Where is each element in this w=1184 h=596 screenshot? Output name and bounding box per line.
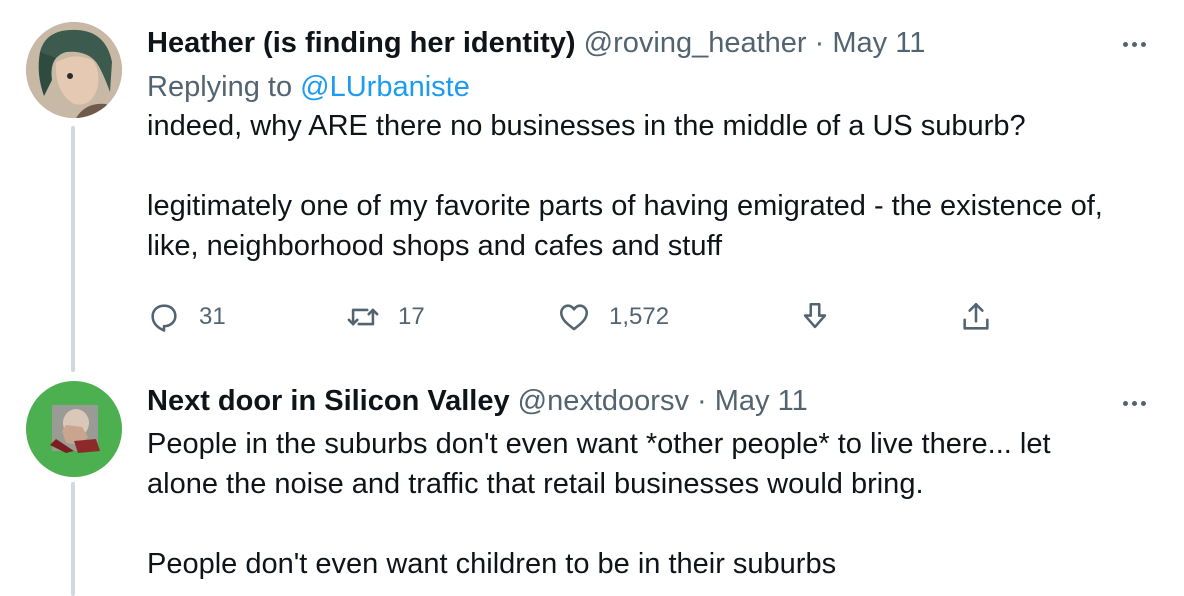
like-button[interactable]: 1,572 xyxy=(557,296,669,338)
handle[interactable]: @roving_heather xyxy=(584,27,807,59)
tweet-paragraph: indeed, why ARE there no businesses in t… xyxy=(147,110,1026,142)
handle[interactable]: @nextdoorsv xyxy=(518,385,689,417)
tweet-paragraph: People don't even want children to be in… xyxy=(147,548,837,580)
tweet-text: indeed, why ARE there no businesses in t… xyxy=(147,106,1144,266)
like-icon xyxy=(559,304,589,331)
tweet-2-content: Next door in Silicon Valley @nextdoorsv … xyxy=(147,382,1144,584)
replying-prefix: Replying to xyxy=(147,71,293,103)
reply-count: 31 xyxy=(199,303,226,330)
tweet-date[interactable]: May 11 xyxy=(832,27,925,59)
tweet-header: Next door in Silicon Valley @nextdoorsv … xyxy=(147,382,1144,420)
display-name[interactable]: Next door in Silicon Valley xyxy=(147,385,510,417)
thread-line xyxy=(71,126,75,372)
tweet-paragraph: alone the noise and traffic that retail … xyxy=(147,468,924,500)
bookmark-button[interactable] xyxy=(798,296,832,338)
reply-button[interactable]: 31 xyxy=(147,296,226,338)
retweet-button[interactable]: 17 xyxy=(346,296,425,338)
separator-dot: · xyxy=(697,385,707,417)
tweet-date[interactable]: May 11 xyxy=(715,385,808,417)
like-count: 1,572 xyxy=(609,303,670,330)
share-button[interactable] xyxy=(959,296,993,338)
tweet-1-content: Heather (is finding her identity) @rovin… xyxy=(147,24,1144,266)
tweet-paragraph: like, neighborhood shops and cafes and s… xyxy=(147,230,723,262)
replying-to: Replying to @LUrbaniste xyxy=(147,68,1144,106)
more-icon[interactable] xyxy=(1116,34,1152,54)
retweet-icon xyxy=(347,308,379,326)
tweet-paragraph: People in the suburbs don't even want *o… xyxy=(147,428,1051,460)
more-icon[interactable] xyxy=(1116,393,1152,413)
retweet-count: 17 xyxy=(398,303,425,330)
reply-icon xyxy=(151,304,177,332)
tweet-paragraph: legitimately one of my favorite parts of… xyxy=(147,190,1103,222)
display-name[interactable]: Heather (is finding her identity) xyxy=(147,27,576,59)
avatar-nextdoorsv[interactable] xyxy=(26,381,122,477)
share-icon xyxy=(963,302,989,330)
replying-to-mention[interactable]: @LUrbaniste xyxy=(300,71,470,103)
tweet-text: People in the suburbs don't even want *o… xyxy=(147,424,1144,584)
tweet-actions: 31 17 1,572 xyxy=(147,296,1027,338)
separator-dot: · xyxy=(814,27,825,59)
avatar-heather[interactable] xyxy=(26,22,122,118)
thread-line xyxy=(71,482,75,596)
tweet-header: Heather (is finding her identity) @rovin… xyxy=(147,24,1144,62)
bookmark-icon xyxy=(803,302,827,329)
